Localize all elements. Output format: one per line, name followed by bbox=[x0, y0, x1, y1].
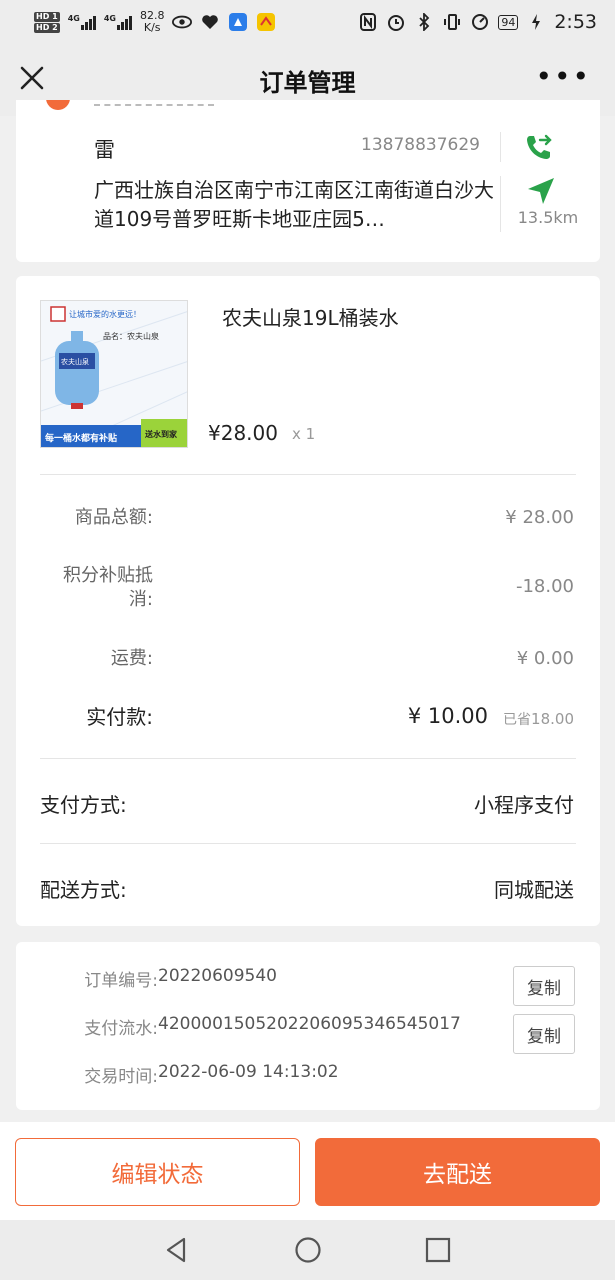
order-number-value: 20220609540 bbox=[158, 966, 277, 986]
product-quantity: x 1 bbox=[292, 425, 316, 443]
signal-icon: 4G bbox=[68, 14, 96, 30]
distance: 13.5km bbox=[517, 208, 579, 227]
eye-icon bbox=[172, 12, 193, 32]
hd-badges: HD 1 HD 2 bbox=[34, 11, 60, 33]
more-menu-icon[interactable]: ••• bbox=[535, 63, 591, 91]
saved-amount: 已省18.00 bbox=[503, 709, 574, 729]
water-bucket-image bbox=[41, 301, 187, 447]
points-deduction-label: 积分补贴抵 消: bbox=[63, 564, 153, 612]
image-tag: 送水到家 bbox=[145, 430, 177, 439]
saved-prefix: 已省 bbox=[503, 712, 532, 728]
payment-serial-value: 4200001505202206095346545017 bbox=[158, 1014, 461, 1034]
product-price: ¥28.00 bbox=[208, 421, 278, 445]
shipping-label: 运费: bbox=[110, 648, 153, 669]
order-card: 让城市爱的水更远！ 品名：农夫山泉 农夫山泉 每一桶水都有补贴 送水到家 农夫山… bbox=[16, 276, 600, 926]
signal-icon-2: 4G bbox=[104, 14, 132, 30]
delivery-method-label: 配送方式: bbox=[40, 878, 127, 902]
recent-apps-icon[interactable] bbox=[424, 1236, 452, 1264]
copy-order-number-button[interactable]: 复制 bbox=[513, 966, 575, 1006]
image-slogan: 让城市爱的水更远！ bbox=[69, 310, 141, 319]
goods-total-label: 商品总额: bbox=[74, 507, 153, 528]
payment-method-value: 小程序支付 bbox=[474, 793, 574, 817]
hd1-badge: HD 1 bbox=[34, 11, 60, 22]
order-info-card: 订单编号: 20220609540 复制 支付流水: 4200001505202… bbox=[16, 942, 600, 1110]
order-number-label: 订单编号: bbox=[84, 971, 158, 991]
speed-unit: K/s bbox=[143, 21, 161, 34]
system-navigation-bar bbox=[0, 1220, 615, 1280]
clock: 2:53 bbox=[554, 11, 597, 33]
heart-icon bbox=[200, 12, 220, 32]
bluetooth-icon bbox=[414, 12, 434, 32]
alarm-icon bbox=[386, 12, 406, 32]
image-caption: 品名：农夫山泉 bbox=[103, 332, 159, 341]
divider bbox=[500, 132, 501, 162]
bottom-action-bar: 编辑状态 去配送 bbox=[0, 1122, 615, 1220]
paid-amount-label: 实付款: bbox=[86, 705, 153, 729]
trade-time-label: 交易时间: bbox=[84, 1067, 158, 1087]
deliver-button[interactable]: 去配送 bbox=[315, 1138, 600, 1206]
vibrate-icon bbox=[442, 12, 462, 32]
net2-label: 4G bbox=[103, 14, 116, 23]
divider bbox=[40, 843, 576, 844]
charging-icon bbox=[526, 12, 546, 32]
divider bbox=[40, 758, 576, 759]
network-speed: 82.8 K/s bbox=[140, 10, 165, 34]
image-banner: 每一桶水都有补贴 bbox=[45, 434, 118, 444]
divider bbox=[40, 474, 576, 475]
payment-serial-label: 支付流水: bbox=[84, 1019, 158, 1039]
phone-call-icon[interactable] bbox=[524, 132, 554, 162]
payment-method-label: 支付方式: bbox=[40, 793, 127, 817]
recipient-phone: 13878837629 bbox=[361, 135, 480, 155]
product-image[interactable]: 让城市爱的水更远！ 品名：农夫山泉 农夫山泉 每一桶水都有补贴 送水到家 bbox=[40, 300, 188, 448]
goods-total-value: ¥ 28.00 bbox=[505, 507, 574, 528]
close-icon[interactable] bbox=[18, 64, 46, 92]
edit-status-button[interactable]: 编辑状态 bbox=[15, 1138, 300, 1206]
navigation-arrow-icon[interactable] bbox=[526, 176, 556, 206]
image-brand: 农夫山泉 bbox=[61, 358, 89, 366]
nfc-icon bbox=[358, 12, 378, 32]
battery-indicator: 94 bbox=[498, 14, 519, 30]
home-icon[interactable] bbox=[294, 1236, 322, 1264]
delivery-method-value: 同城配送 bbox=[494, 878, 574, 902]
status-right: 94 2:53 bbox=[358, 11, 597, 33]
location-pin-icon bbox=[46, 100, 70, 110]
trade-time-value: 2022-06-09 14:13:02 bbox=[158, 1062, 339, 1082]
cropped-label bbox=[94, 100, 214, 106]
product-name: 农夫山泉19L桶装水 bbox=[222, 306, 399, 330]
app-icon bbox=[228, 12, 248, 32]
status-bar: HD 1 HD 2 4G 4G 82.8 K/s 94 2:53 bbox=[0, 0, 615, 44]
saved-value: 18.00 bbox=[531, 710, 574, 728]
shipping-value: ¥ 0.00 bbox=[516, 648, 574, 669]
recipient-name: 雷 bbox=[94, 138, 115, 162]
copy-payment-serial-button[interactable]: 复制 bbox=[513, 1014, 575, 1054]
points-label-line2: 消: bbox=[128, 589, 153, 610]
page-title: 订单管理 bbox=[259, 68, 356, 97]
speed-gauge-icon bbox=[470, 12, 490, 32]
hd2-badge: HD 2 bbox=[34, 22, 60, 33]
recipient-address: 广西壮族自治区南宁市江南区江南街道白沙大道109号普罗旺斯卡地亚庄园5… bbox=[94, 178, 494, 231]
divider bbox=[500, 176, 501, 232]
address-card: 雷 13878837629 广西壮族自治区南宁市江南区江南街道白沙大道109号普… bbox=[16, 100, 600, 262]
status-left: HD 1 HD 2 4G 4G 82.8 K/s bbox=[34, 10, 276, 34]
points-deduction-value: -18.00 bbox=[515, 576, 574, 597]
points-label-line1: 积分补贴抵 bbox=[63, 565, 153, 586]
app-icon-2 bbox=[256, 12, 276, 32]
net1-label: 4G bbox=[67, 14, 80, 23]
paid-amount-value: ¥ 10.00 bbox=[407, 704, 488, 728]
back-icon[interactable] bbox=[162, 1236, 190, 1264]
